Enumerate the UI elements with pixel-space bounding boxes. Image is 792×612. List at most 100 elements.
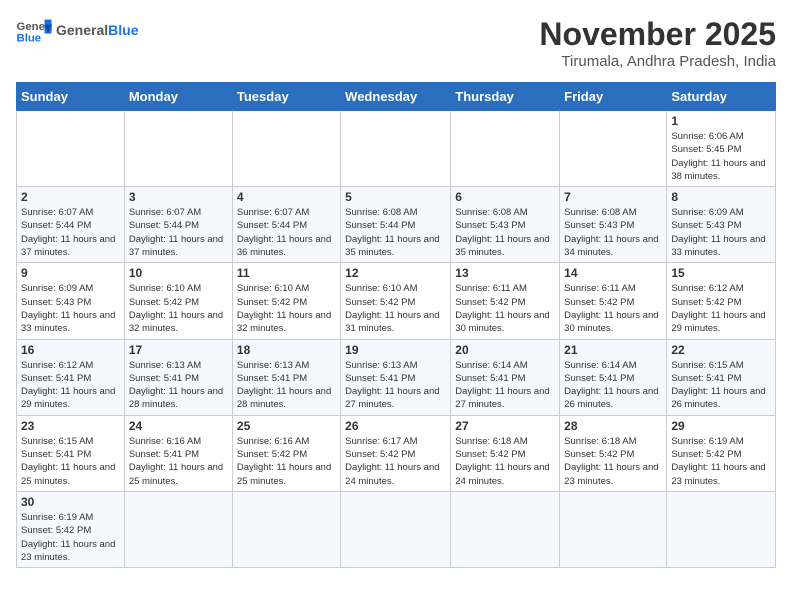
day-number: 15 <box>671 266 771 280</box>
weekday-header-saturday: Saturday <box>667 83 776 111</box>
day-number: 7 <box>564 190 662 204</box>
day-number: 26 <box>345 419 446 433</box>
day-info: Sunrise: 6:17 AMSunset: 5:42 PMDaylight:… <box>345 435 446 488</box>
calendar-week-1: 1 Sunrise: 6:06 AMSunset: 5:45 PMDaylight… <box>17 111 776 187</box>
calendar-cell <box>232 111 340 187</box>
day-number: 2 <box>21 190 120 204</box>
calendar-cell: 21 Sunrise: 6:14 AMSunset: 5:41 PMDayligh… <box>560 339 667 415</box>
day-info: Sunrise: 6:19 AMSunset: 5:42 PMDaylight:… <box>671 435 771 488</box>
day-info: Sunrise: 6:13 AMSunset: 5:41 PMDaylight:… <box>345 359 446 412</box>
logo-general: General <box>56 22 108 38</box>
weekday-header-thursday: Thursday <box>451 83 560 111</box>
calendar-cell: 5 Sunrise: 6:08 AMSunset: 5:44 PMDaylight… <box>341 187 451 263</box>
day-number: 5 <box>345 190 446 204</box>
day-info: Sunrise: 6:07 AMSunset: 5:44 PMDaylight:… <box>21 206 120 259</box>
day-info: Sunrise: 6:08 AMSunset: 5:44 PMDaylight:… <box>345 206 446 259</box>
day-number: 18 <box>237 343 336 357</box>
day-number: 27 <box>455 419 555 433</box>
day-info: Sunrise: 6:06 AMSunset: 5:45 PMDaylight:… <box>671 130 771 183</box>
logo-blue: Blue <box>108 22 138 38</box>
day-info: Sunrise: 6:07 AMSunset: 5:44 PMDaylight:… <box>237 206 336 259</box>
day-number: 1 <box>671 114 771 128</box>
calendar-cell <box>451 111 560 187</box>
calendar-cell: 22 Sunrise: 6:15 AMSunset: 5:41 PMDayligh… <box>667 339 776 415</box>
calendar-week-3: 9Sunrise: 6:09 AMSunset: 5:43 PMDaylight… <box>17 263 776 339</box>
calendar-cell: 25Sunrise: 6:16 AMSunset: 5:42 PMDayligh… <box>232 415 340 491</box>
calendar-cell <box>232 491 340 567</box>
calendar-cell: 2 Sunrise: 6:07 AMSunset: 5:44 PMDaylight… <box>17 187 125 263</box>
day-info: Sunrise: 6:10 AMSunset: 5:42 PMDaylight:… <box>237 282 336 335</box>
day-number: 29 <box>671 419 771 433</box>
calendar-cell <box>451 491 560 567</box>
day-number: 6 <box>455 190 555 204</box>
calendar-cell: 4 Sunrise: 6:07 AMSunset: 5:44 PMDaylight… <box>232 187 340 263</box>
day-info: Sunrise: 6:08 AMSunset: 5:43 PMDaylight:… <box>455 206 555 259</box>
calendar-cell: 26 Sunrise: 6:17 AMSunset: 5:42 PMDayligh… <box>341 415 451 491</box>
day-info: Sunrise: 6:19 AMSunset: 5:42 PMDaylight:… <box>21 511 120 564</box>
calendar-cell <box>17 111 125 187</box>
weekday-header-wednesday: Wednesday <box>341 83 451 111</box>
logo-icon: General Blue <box>16 16 52 44</box>
day-number: 28 <box>564 419 662 433</box>
day-info: Sunrise: 6:10 AMSunset: 5:42 PMDaylight:… <box>345 282 446 335</box>
day-info: Sunrise: 6:14 AMSunset: 5:41 PMDaylight:… <box>455 359 555 412</box>
calendar-cell: 10Sunrise: 6:10 AMSunset: 5:42 PMDayligh… <box>124 263 232 339</box>
calendar-cell: 18 Sunrise: 6:13 AMSunset: 5:41 PMDayligh… <box>232 339 340 415</box>
day-number: 11 <box>237 266 336 280</box>
day-number: 19 <box>345 343 446 357</box>
day-info: Sunrise: 6:13 AMSunset: 5:41 PMDaylight:… <box>237 359 336 412</box>
day-number: 21 <box>564 343 662 357</box>
day-number: 22 <box>671 343 771 357</box>
weekday-header-friday: Friday <box>560 83 667 111</box>
calendar-week-5: 23Sunrise: 6:15 AMSunset: 5:41 PMDayligh… <box>17 415 776 491</box>
calendar-cell: 16 Sunrise: 6:12 AMSunset: 5:41 PMDayligh… <box>17 339 125 415</box>
calendar-cell <box>124 491 232 567</box>
day-number: 16 <box>21 343 120 357</box>
day-info: Sunrise: 6:18 AMSunset: 5:42 PMDaylight:… <box>455 435 555 488</box>
calendar-cell <box>560 111 667 187</box>
calendar-cell: 29 Sunrise: 6:19 AMSunset: 5:42 PMDayligh… <box>667 415 776 491</box>
logo: General Blue GeneralBlue <box>16 16 138 44</box>
day-info: Sunrise: 6:09 AMSunset: 5:43 PMDaylight:… <box>671 206 771 259</box>
calendar-week-4: 16 Sunrise: 6:12 AMSunset: 5:41 PMDayligh… <box>17 339 776 415</box>
calendar-table: SundayMondayTuesdayWednesdayThursdayFrid… <box>16 82 776 568</box>
calendar-cell: 20Sunrise: 6:14 AMSunset: 5:41 PMDayligh… <box>451 339 560 415</box>
day-info: Sunrise: 6:18 AMSunset: 5:42 PMDaylight:… <box>564 435 662 488</box>
calendar-cell: 1 Sunrise: 6:06 AMSunset: 5:45 PMDaylight… <box>667 111 776 187</box>
calendar-cell: 6 Sunrise: 6:08 AMSunset: 5:43 PMDaylight… <box>451 187 560 263</box>
day-number: 4 <box>237 190 336 204</box>
day-info: Sunrise: 6:12 AMSunset: 5:41 PMDaylight:… <box>21 359 120 412</box>
day-info: Sunrise: 6:10 AMSunset: 5:42 PMDaylight:… <box>129 282 228 335</box>
calendar-cell <box>560 491 667 567</box>
calendar-week-2: 2 Sunrise: 6:07 AMSunset: 5:44 PMDaylight… <box>17 187 776 263</box>
calendar-cell: 17Sunrise: 6:13 AMSunset: 5:41 PMDayligh… <box>124 339 232 415</box>
calendar-cell: 11 Sunrise: 6:10 AMSunset: 5:42 PMDayligh… <box>232 263 340 339</box>
calendar-cell: 14Sunrise: 6:11 AMSunset: 5:42 PMDayligh… <box>560 263 667 339</box>
month-title: November 2025 <box>539 16 776 53</box>
day-number: 17 <box>129 343 228 357</box>
day-info: Sunrise: 6:14 AMSunset: 5:41 PMDaylight:… <box>564 359 662 412</box>
title-block: November 2025 Tirumala, Andhra Pradesh, … <box>539 16 776 70</box>
weekday-header-sunday: Sunday <box>17 83 125 111</box>
page-header: General Blue GeneralBlue November 2025 T… <box>16 16 776 70</box>
day-info: Sunrise: 6:11 AMSunset: 5:42 PMDaylight:… <box>455 282 555 335</box>
day-info: Sunrise: 6:15 AMSunset: 5:41 PMDaylight:… <box>671 359 771 412</box>
calendar-cell: 27 Sunrise: 6:18 AMSunset: 5:42 PMDayligh… <box>451 415 560 491</box>
calendar-body: 1 Sunrise: 6:06 AMSunset: 5:45 PMDaylight… <box>17 111 776 568</box>
calendar-cell <box>341 491 451 567</box>
day-info: Sunrise: 6:12 AMSunset: 5:42 PMDaylight:… <box>671 282 771 335</box>
day-number: 3 <box>129 190 228 204</box>
calendar-header: SundayMondayTuesdayWednesdayThursdayFrid… <box>17 83 776 111</box>
day-number: 23 <box>21 419 120 433</box>
day-info: Sunrise: 6:16 AMSunset: 5:41 PMDaylight:… <box>129 435 228 488</box>
calendar-cell: 9Sunrise: 6:09 AMSunset: 5:43 PMDaylight… <box>17 263 125 339</box>
day-number: 24 <box>129 419 228 433</box>
calendar-cell: 28 Sunrise: 6:18 AMSunset: 5:42 PMDayligh… <box>560 415 667 491</box>
day-info: Sunrise: 6:08 AMSunset: 5:43 PMDaylight:… <box>564 206 662 259</box>
calendar-cell: 13 Sunrise: 6:11 AMSunset: 5:42 PMDayligh… <box>451 263 560 339</box>
day-number: 13 <box>455 266 555 280</box>
day-number: 25 <box>237 419 336 433</box>
calendar-cell: 12Sunrise: 6:10 AMSunset: 5:42 PMDayligh… <box>341 263 451 339</box>
calendar-week-6: 30Sunrise: 6:19 AMSunset: 5:42 PMDayligh… <box>17 491 776 567</box>
calendar-cell: 8Sunrise: 6:09 AMSunset: 5:43 PMDaylight… <box>667 187 776 263</box>
